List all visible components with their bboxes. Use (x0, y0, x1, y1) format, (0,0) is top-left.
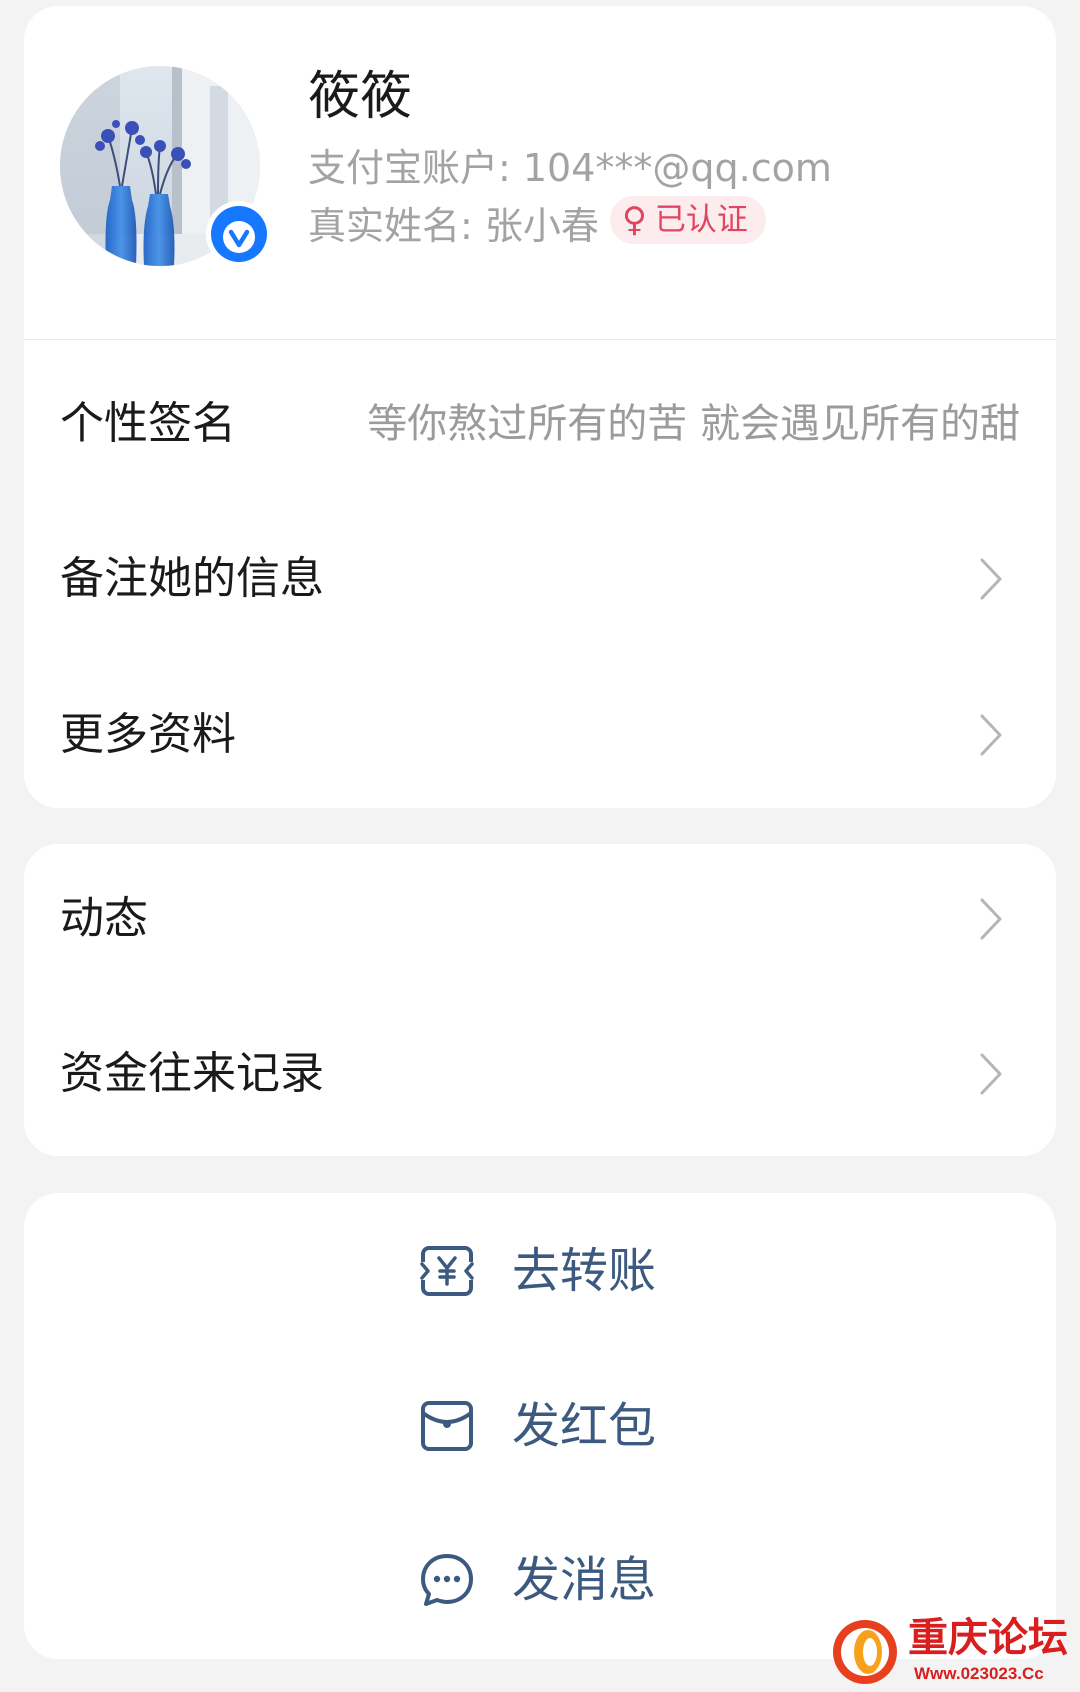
verified-badge-icon (206, 201, 272, 267)
transfer-icon (420, 1246, 474, 1296)
red-envelope-label: 发红包 (512, 1398, 657, 1454)
send-message-label: 发消息 (512, 1552, 657, 1608)
chevron-right-icon (980, 558, 1002, 600)
profile-name: 筱筱 (308, 67, 413, 127)
verified-status-badge: ♀ 已认证 (610, 196, 766, 244)
chevron-right-icon (980, 714, 1002, 756)
forum-watermark: 重庆论坛 Www.023023.Cc (830, 1613, 1076, 1689)
remark-info-label: 备注她的信息 (60, 553, 324, 604)
red-envelope-icon (421, 1401, 473, 1451)
chevron-right-icon (980, 898, 1002, 940)
signature-row: 个性签名 等你熬过所有的苦 就会遇见所有的甜 (24, 349, 1056, 499)
remark-info-row[interactable]: 备注她的信息 (24, 504, 1056, 654)
fund-records-label: 资金往来记录 (60, 1048, 324, 1099)
forum-url: Www.023023.Cc (914, 1664, 1044, 1683)
signature-label: 个性签名 (60, 398, 236, 449)
alipay-account: 支付宝账户: 104***@qq.com (308, 146, 832, 190)
forum-logo-icon (833, 1620, 897, 1684)
actions-card: 去转账 发红包 发消息 (24, 1193, 1056, 1659)
signature-value: 等你熬过所有的苦 就会遇见所有的甜 (367, 401, 1020, 447)
transfer-label: 去转账 (512, 1243, 657, 1299)
activity-card: 动态 资金往来记录 (24, 844, 1056, 1156)
message-icon (421, 1554, 473, 1606)
profile-card: 筱筱 支付宝账户: 104***@qq.com 真实姓名: 张小春 ♀ 已认证 … (24, 6, 1056, 808)
divider (24, 339, 1056, 340)
red-envelope-button[interactable]: 发红包 (24, 1361, 1056, 1491)
chevron-right-icon (980, 1053, 1002, 1095)
more-info-label: 更多资料 (60, 709, 236, 760)
real-name: 真实姓名: 张小春 (308, 204, 599, 248)
transfer-button[interactable]: 去转账 (24, 1206, 1056, 1336)
profile-header: 筱筱 支付宝账户: 104***@qq.com 真实姓名: 张小春 ♀ 已认证 (24, 6, 1056, 339)
verified-label: 已认证 (654, 202, 748, 238)
moments-label: 动态 (60, 893, 148, 944)
female-icon: ♀ (622, 200, 647, 240)
more-info-row[interactable]: 更多资料 (24, 660, 1056, 808)
fund-records-row[interactable]: 资金往来记录 (24, 999, 1056, 1149)
forum-title: 重庆论坛 (908, 1614, 1068, 1661)
moments-row[interactable]: 动态 (24, 844, 1056, 994)
